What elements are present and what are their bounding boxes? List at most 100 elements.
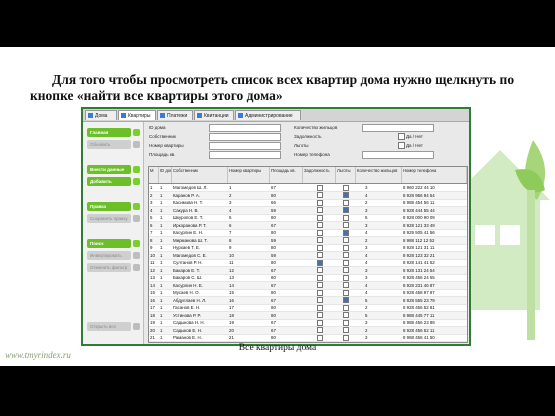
debt-checkbox[interactable]	[317, 244, 323, 251]
phone-input[interactable]	[362, 151, 434, 159]
owner-input[interactable]	[209, 133, 281, 141]
debt-checkbox[interactable]	[317, 297, 323, 304]
benefits-checkbox[interactable]	[343, 259, 349, 266]
enter-data-button[interactable]: Внести данные	[87, 165, 131, 174]
debt-cell	[317, 237, 336, 244]
benefits-checkbox[interactable]	[343, 304, 349, 311]
search-button[interactable]: Поиск	[87, 239, 131, 248]
add-button[interactable]: Добавить	[87, 177, 131, 186]
debt-checkbox[interactable]	[317, 289, 323, 296]
area-input[interactable]	[209, 151, 281, 159]
enter-data-icon[interactable]	[133, 166, 140, 173]
benefits-checkbox[interactable]	[343, 252, 349, 259]
benefits-checkbox[interactable]	[343, 192, 349, 199]
table-cell-phone: 8 960 222 44 10	[403, 185, 435, 190]
col-header-house-id[interactable]: ID дома	[159, 167, 172, 183]
debt-checkbox[interactable]	[317, 237, 323, 244]
debt-checkbox[interactable]	[317, 252, 323, 259]
tab-administration[interactable]: Администрирование	[235, 110, 301, 120]
tab-admin-icon	[238, 113, 243, 118]
benefits-checkbox[interactable]	[343, 229, 349, 236]
debt-checkbox[interactable]	[317, 214, 323, 221]
benefits-checkbox[interactable]	[343, 222, 349, 229]
debt-checkbox[interactable]	[398, 133, 405, 140]
tab-apartments[interactable]: Квартиры	[118, 110, 156, 120]
col-header-m[interactable]: M	[149, 167, 159, 183]
benefits-checkbox[interactable]	[343, 319, 349, 326]
tab-houses[interactable]: Дома	[85, 110, 117, 120]
apartment-number-input[interactable]	[209, 142, 281, 150]
edit-button[interactable]: Правка	[87, 202, 131, 211]
benefits-checkbox[interactable]	[343, 297, 349, 304]
debt-checkbox[interactable]	[317, 229, 323, 236]
cancel-filter-button[interactable]: Отменить фильтр	[87, 263, 131, 272]
debt-checkbox[interactable]	[317, 274, 323, 281]
apartments-table[interactable]: M ID дома Собственник Номер квартиры Пло…	[148, 166, 468, 343]
debt-cell	[317, 207, 336, 214]
debt-checkbox[interactable]	[317, 192, 323, 199]
table-cell-id: 1	[160, 252, 163, 258]
main-icon[interactable]	[133, 129, 140, 136]
benefits-checkbox[interactable]	[343, 312, 349, 319]
debt-checkbox[interactable]	[317, 327, 323, 334]
benefits-checkbox[interactable]	[398, 142, 405, 149]
debt-checkbox[interactable]	[317, 207, 323, 214]
open-all-icon[interactable]	[133, 323, 140, 330]
main-button[interactable]: Главная	[87, 128, 131, 137]
invert-button[interactable]: Инвертировать	[87, 251, 131, 260]
col-header-benefits[interactable]: Льготы	[336, 167, 356, 183]
col-header-debt[interactable]: Задолжность	[303, 167, 336, 183]
debt-checkbox[interactable]	[317, 222, 323, 229]
benefits-checkbox[interactable]	[343, 327, 349, 334]
edit-icon[interactable]	[133, 203, 140, 210]
benefits-checkbox[interactable]	[343, 282, 349, 289]
col-header-apartment[interactable]: Номер квартиры	[228, 167, 270, 183]
refresh-button[interactable]: Обновить	[87, 140, 131, 149]
table-cell-area: 80	[271, 312, 276, 318]
add-icon[interactable]	[133, 178, 140, 185]
debt-checkbox[interactable]	[317, 282, 323, 289]
col-header-residents[interactable]: Количество жильцов	[356, 167, 402, 183]
tab-payments[interactable]: Платежи	[157, 110, 193, 120]
benefits-checkbox[interactable]	[343, 199, 349, 206]
table-cell-res: 3	[365, 222, 368, 228]
table-row[interactable]: 21 1 Раманов Е. Н. 21 80 3 8 988 456 41 50	[149, 334, 467, 342]
benefits-checkbox[interactable]	[343, 267, 349, 274]
benefits-checkbox[interactable]	[343, 184, 349, 191]
debt-checkbox[interactable]	[317, 199, 323, 206]
benefits-checkbox[interactable]	[343, 274, 349, 281]
debt-checkbox[interactable]	[317, 319, 323, 326]
benefits-checkbox[interactable]	[343, 289, 349, 296]
table-cell-m: 16	[150, 297, 155, 303]
cancel-filter-icon[interactable]	[133, 264, 140, 271]
save-edit-icon[interactable]	[133, 215, 140, 222]
debt-checkbox[interactable]	[317, 304, 323, 311]
col-header-phone[interactable]: Номер телефона	[402, 167, 467, 183]
benefits-checkbox[interactable]	[343, 244, 349, 251]
invert-icon[interactable]	[133, 252, 140, 259]
table-cell-m: 9	[150, 245, 153, 250]
benefits-checkbox[interactable]	[343, 334, 349, 341]
benefits-checkbox[interactable]	[343, 207, 349, 214]
tab-receipts[interactable]: Квитанции	[194, 110, 234, 120]
open-all-button[interactable]: Открыть все	[87, 322, 131, 331]
save-edit-button[interactable]: Сохранить правку	[87, 214, 131, 223]
debt-checkbox[interactable]	[317, 312, 323, 319]
benefits-cell	[343, 274, 356, 281]
benefits-checkbox[interactable]	[343, 237, 349, 244]
table-cell-m: 8	[150, 237, 153, 243]
debt-checkbox[interactable]	[317, 184, 323, 191]
house-id-input[interactable]	[209, 124, 281, 132]
debt-checkbox[interactable]	[317, 259, 323, 266]
table-cell-owner: Иркоранова Р. Т.	[173, 222, 207, 228]
debt-checkbox[interactable]	[317, 267, 323, 274]
debt-yes-no-label: Да / Нет	[406, 134, 423, 139]
debt-checkbox[interactable]	[317, 334, 323, 341]
residents-input[interactable]	[362, 124, 434, 132]
table-cell-area: 80	[271, 305, 276, 310]
refresh-icon[interactable]	[133, 141, 140, 148]
col-header-area[interactable]: Площадь кв.	[270, 167, 303, 183]
col-header-owner[interactable]: Собственник	[172, 167, 228, 183]
search-icon[interactable]	[133, 240, 140, 247]
benefits-checkbox[interactable]	[343, 214, 349, 221]
